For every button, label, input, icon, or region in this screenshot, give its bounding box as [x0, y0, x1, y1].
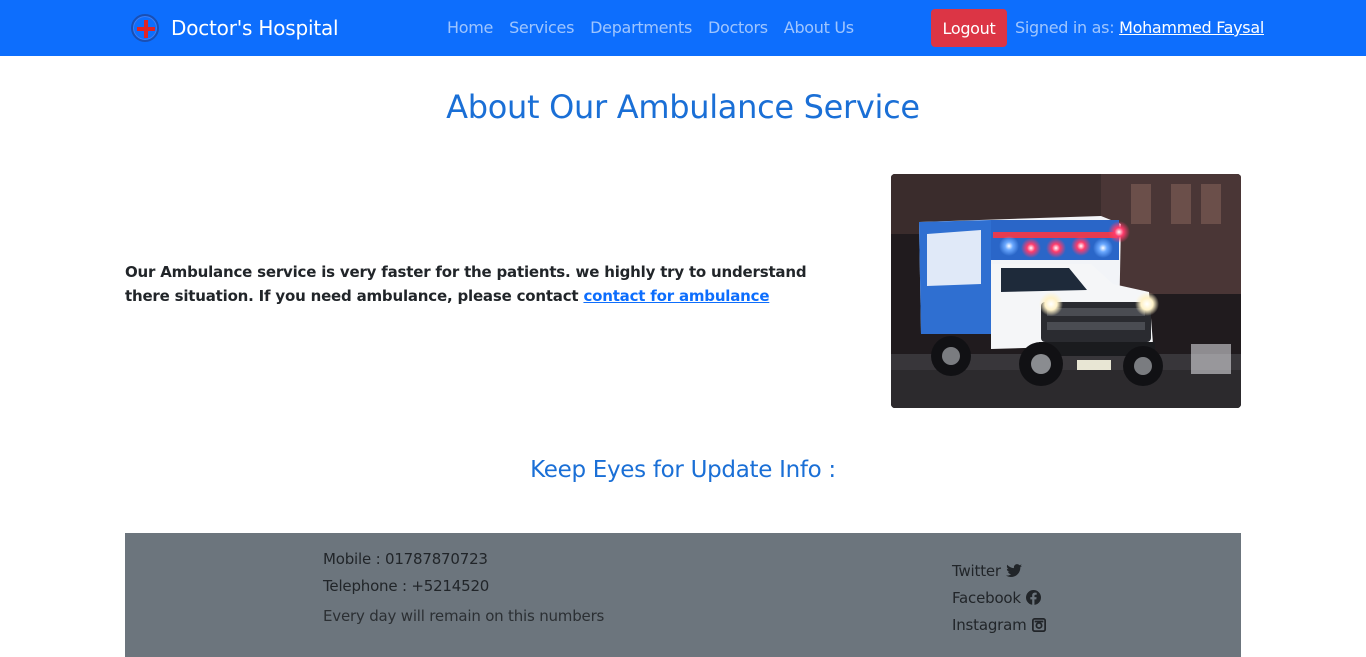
nav-link-home[interactable]: Home	[447, 18, 493, 37]
social-link-twitter[interactable]: Twitter	[952, 557, 1046, 584]
social-label-instagram: Instagram	[952, 615, 1027, 634]
social-links: Twitter Facebook Instagram	[952, 557, 1046, 638]
ambulance-image	[891, 174, 1241, 408]
instagram-icon	[1031, 617, 1046, 632]
mobile-number: Mobile : 01787870723	[323, 550, 488, 568]
hospital-cross-icon	[131, 14, 159, 42]
nav-link-departments[interactable]: Departments	[590, 18, 692, 37]
nav-link-about-us[interactable]: About Us	[784, 18, 854, 37]
contact-info: Mobile : 01787870723 Telephone : +521452…	[323, 550, 604, 625]
update-info-heading: Keep Eyes for Update Info :	[530, 457, 836, 483]
user-profile-link[interactable]: Mohammed Faysal	[1119, 18, 1264, 37]
logout-button[interactable]: Logout	[931, 9, 1007, 47]
footer: Mobile : 01787870723 Telephone : +521452…	[125, 533, 1241, 657]
telephone-number: Telephone : +5214520	[323, 577, 490, 595]
twitter-icon	[1005, 563, 1022, 577]
ambulance-description: Our Ambulance service is very faster for…	[125, 260, 825, 308]
social-link-facebook[interactable]: Facebook	[952, 584, 1046, 611]
social-label-facebook: Facebook	[952, 588, 1021, 607]
contact-ambulance-link[interactable]: contact for ambulance	[583, 287, 769, 305]
navbar: Doctor's Hospital Home Services Departme…	[0, 0, 1366, 56]
brand-name[interactable]: Doctor's Hospital	[171, 16, 339, 40]
brand[interactable]: Doctor's Hospital	[131, 14, 339, 42]
nav-link-services[interactable]: Services	[509, 18, 574, 37]
nav-link-doctors[interactable]: Doctors	[708, 18, 768, 37]
page-title: About Our Ambulance Service	[446, 88, 920, 126]
facebook-icon	[1025, 590, 1041, 605]
social-label-twitter: Twitter	[952, 561, 1001, 580]
signed-in-label: Signed in as:	[1015, 18, 1115, 37]
nav-links: Home Services Departments Doctors About …	[447, 18, 870, 37]
contact-note: Every day will remain on this numbers	[323, 607, 605, 625]
social-link-instagram[interactable]: Instagram	[952, 611, 1046, 638]
signed-in-status: Signed in as: Mohammed Faysal	[1015, 18, 1264, 37]
